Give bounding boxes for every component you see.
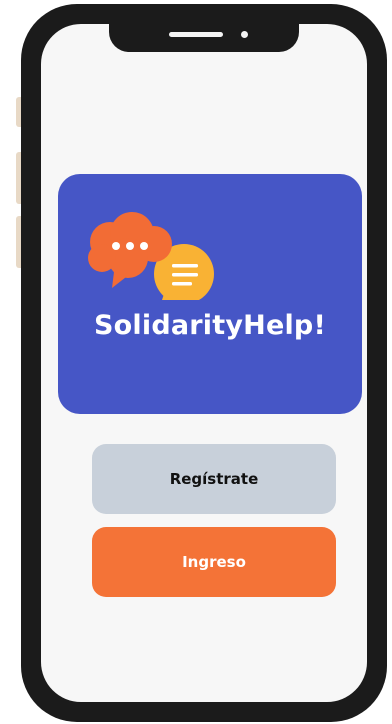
front-camera [241, 31, 248, 38]
notch [109, 24, 299, 52]
chat-bubbles-icon [88, 212, 214, 300]
speaker-grille [169, 32, 223, 37]
phone-screen: SolidarityHelp! Regístrate Ingreso [41, 24, 367, 702]
hero-banner: SolidarityHelp! [58, 174, 362, 414]
register-button[interactable]: Regístrate [92, 444, 336, 514]
app-title: SolidarityHelp! [94, 310, 326, 341]
device-mockup: SolidarityHelp! Regístrate Ingreso [0, 0, 392, 724]
phone-frame: SolidarityHelp! Regístrate Ingreso [21, 4, 387, 722]
login-button[interactable]: Ingreso [92, 527, 336, 597]
